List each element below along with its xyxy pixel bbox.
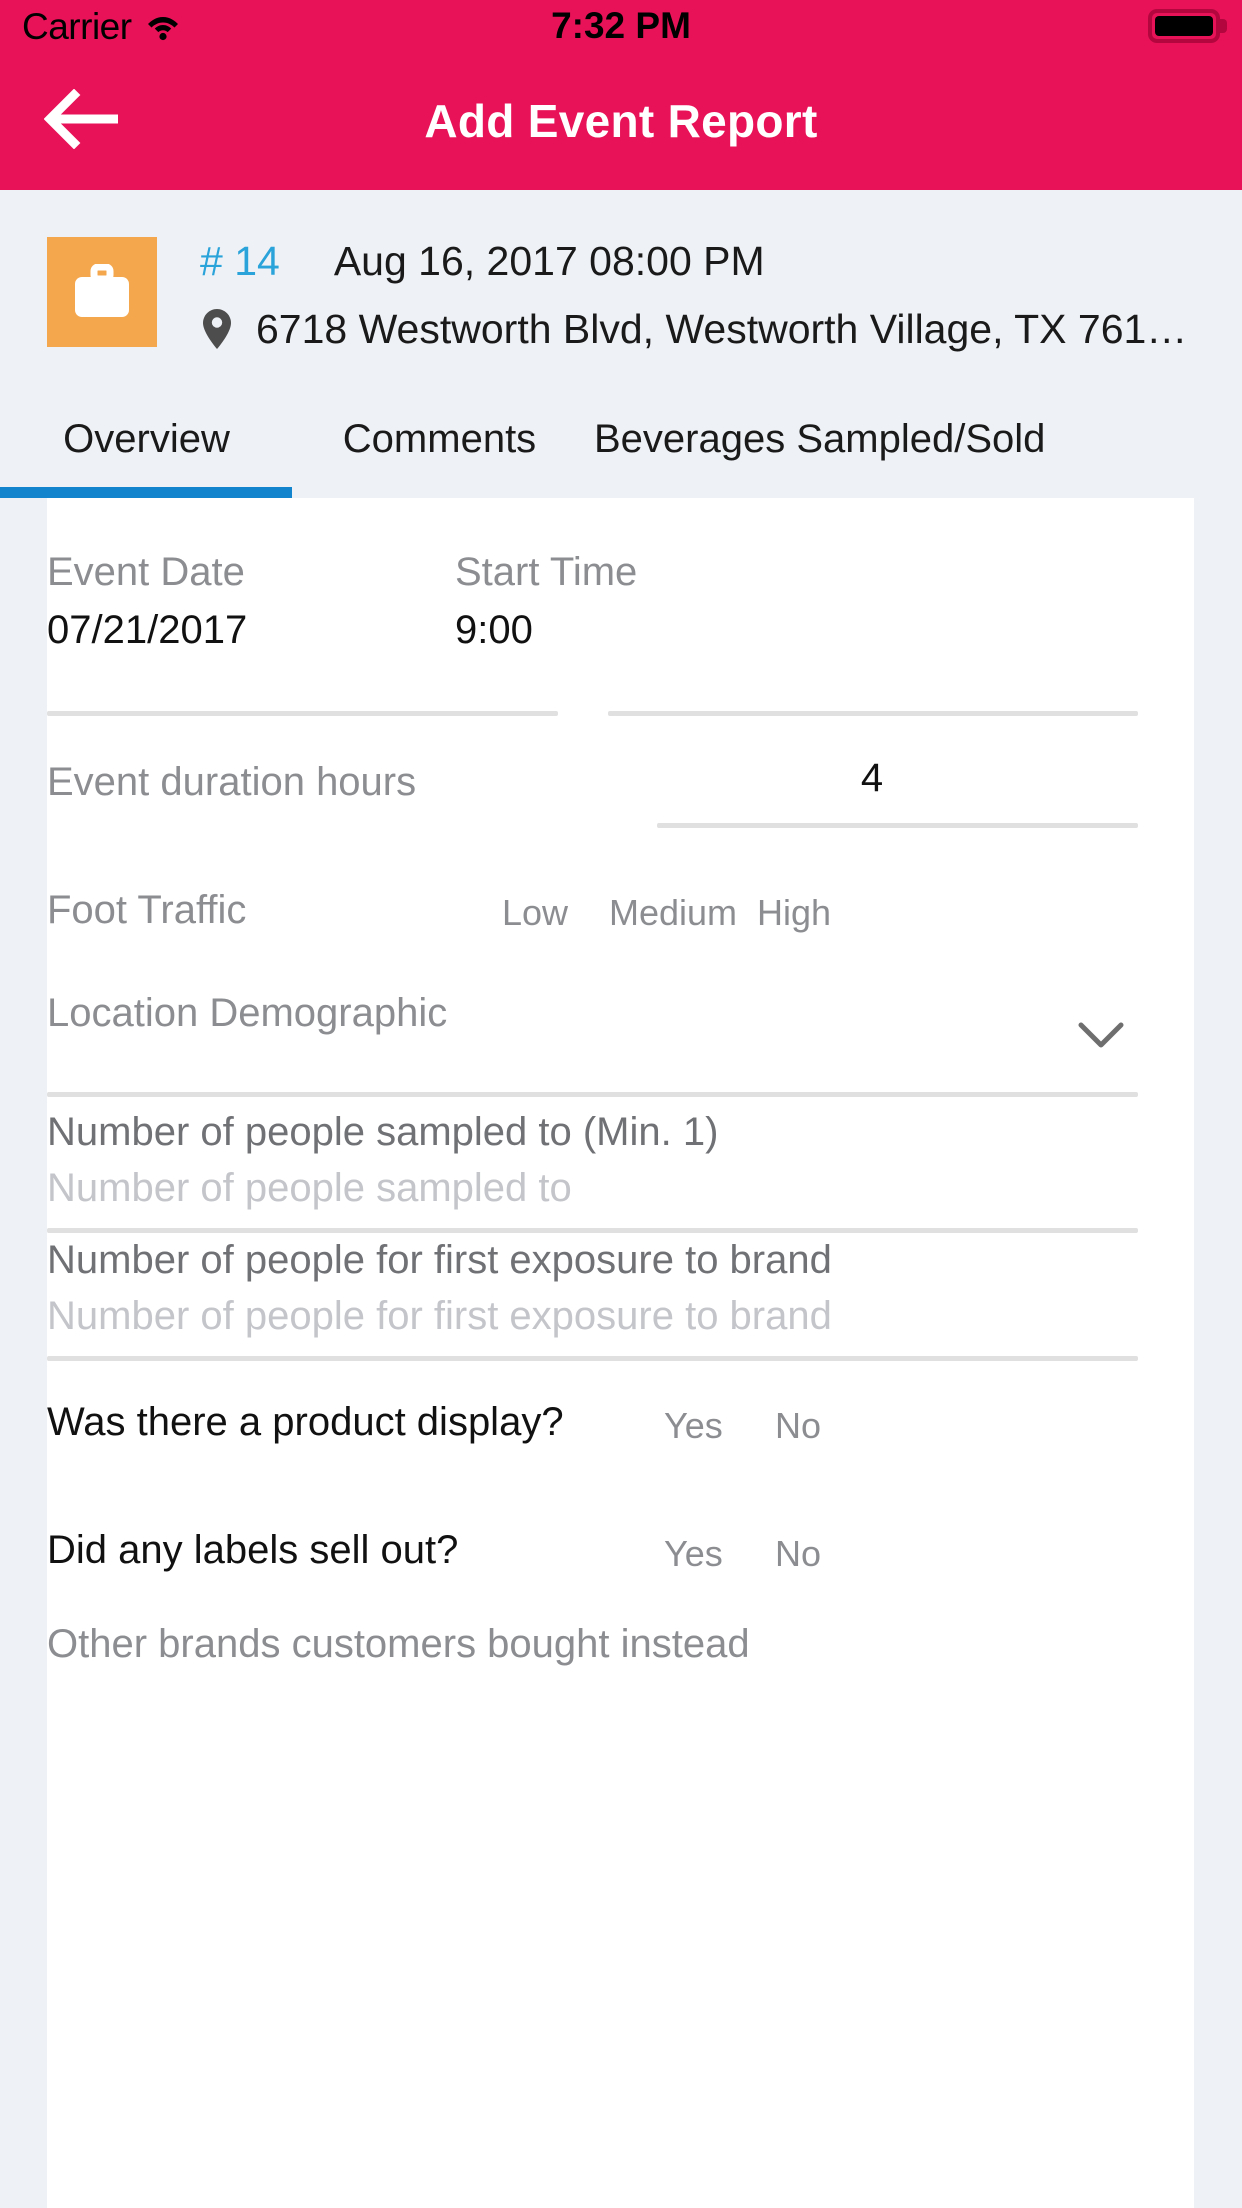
navigation-bar: Add Event Report: [0, 52, 1242, 190]
event-location-row: 6718 Westworth Blvd, Westworth Village, …: [200, 298, 1222, 360]
arrow-left-icon: [43, 88, 124, 154]
event-duration-value[interactable]: 4: [667, 756, 1077, 801]
event-date-value[interactable]: 07/21/2017: [47, 608, 247, 653]
start-time-underline: [608, 711, 1138, 716]
event-date-underline: [47, 711, 558, 716]
first-exposure-label: Number of people for first exposure to b…: [47, 1238, 832, 1282]
tab-bar: Overview Comments Beverages Sampled/Sold: [0, 385, 1242, 493]
status-bar: Carrier 7:32 PM: [0, 0, 1242, 52]
location-demographic-label: Location Demographic: [47, 991, 448, 1035]
people-sampled-label: Number of people sampled to (Min. 1): [47, 1110, 719, 1154]
start-time-value[interactable]: 9:00: [455, 608, 533, 653]
page-title: Add Event Report: [424, 95, 818, 147]
battery-fill: [1155, 16, 1213, 36]
status-bar-time: 7:32 PM: [551, 5, 691, 46]
back-button[interactable]: [42, 79, 126, 163]
foot-traffic-label: Foot Traffic: [47, 888, 247, 932]
foot-traffic-option-high[interactable]: High: [757, 892, 831, 934]
labels-sold-out-question: Did any labels sell out?: [47, 1528, 459, 1572]
other-brands-label[interactable]: Other brands customers bought instead: [47, 1622, 750, 1667]
tab-overview[interactable]: Overview: [0, 385, 293, 493]
first-exposure-input[interactable]: Number of people for first exposure to b…: [47, 1294, 832, 1339]
tab-comments[interactable]: Comments: [293, 385, 586, 493]
product-display-option-no[interactable]: No: [775, 1405, 821, 1447]
event-date-label: Event Date: [47, 550, 245, 594]
start-time-label: Start Time: [455, 550, 638, 594]
product-display-question: Was there a product display?: [47, 1400, 564, 1444]
first-exposure-underline: [47, 1356, 1138, 1361]
event-duration-label: Event duration hours: [47, 760, 417, 804]
labels-sold-out-option-no[interactable]: No: [775, 1533, 821, 1575]
event-meta-row: # 14 Aug 16, 2017 08:00 PM: [200, 238, 1222, 298]
event-address: 6718 Westworth Blvd, Westworth Village, …: [256, 305, 1188, 352]
product-display-option-yes[interactable]: Yes: [664, 1405, 723, 1447]
event-number: # 14: [200, 238, 280, 284]
battery-full-icon: [1148, 9, 1220, 43]
people-sampled-underline: [47, 1228, 1138, 1233]
foot-traffic-option-medium[interactable]: Medium: [609, 892, 737, 934]
labels-sold-out-option-yes[interactable]: Yes: [664, 1533, 723, 1575]
people-sampled-input[interactable]: Number of people sampled to: [47, 1166, 572, 1211]
map-pin-icon: [200, 308, 234, 350]
location-demographic-underline: [47, 1092, 1138, 1097]
event-datetime: Aug 16, 2017 08:00 PM: [333, 238, 765, 284]
foot-traffic-option-low[interactable]: Low: [502, 892, 568, 934]
event-header-text: # 14 Aug 16, 2017 08:00 PM 6718 Westwort…: [200, 238, 1222, 360]
event-duration-underline: [657, 823, 1138, 828]
chevron-down-icon[interactable]: [1077, 1020, 1125, 1055]
tab-beverages-sampled-sold[interactable]: Beverages Sampled/Sold: [586, 385, 1242, 493]
tab-active-indicator: [0, 487, 292, 498]
briefcase-icon: [47, 237, 157, 347]
overview-form-card: Event Date 07/21/2017 Start Time 9:00 Ev…: [47, 498, 1194, 2208]
event-header: # 14 Aug 16, 2017 08:00 PM 6718 Westwort…: [0, 190, 1242, 385]
